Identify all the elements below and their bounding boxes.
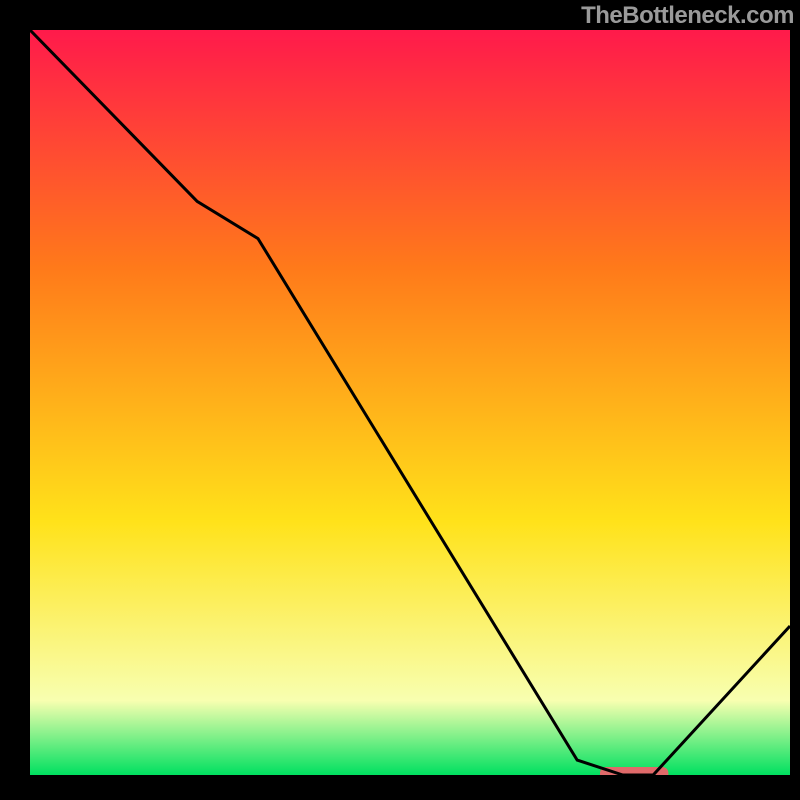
watermark-text: TheBottleneck.com xyxy=(581,2,794,30)
chart-frame: TheBottleneck.com xyxy=(0,0,800,800)
chart-svg xyxy=(30,30,790,775)
plot-area xyxy=(30,30,790,775)
gradient-background xyxy=(30,30,790,775)
